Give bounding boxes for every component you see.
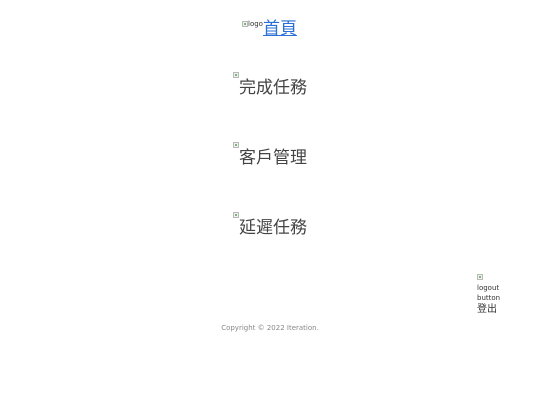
broken-image-icon [242,21,248,27]
logo-image: logo [242,20,263,29]
page: logo首頁 完成任務 客戶管理 延遲任務 logout button 登出 C… [0,0,540,405]
logout-image: logout button [477,273,517,303]
header: logo首頁 [242,18,297,40]
logout-alt-line2: button [477,294,501,302]
logout-label: 登出 [477,304,497,315]
broken-image-icon [233,142,239,148]
nav-item-label: 客戶管理 [239,148,307,168]
nav-item-customer-management[interactable]: 客戶管理 [233,142,307,169]
logout-alt-line1: logout [477,284,500,292]
nav-item-completed-tasks[interactable]: 完成任務 [233,72,307,99]
nav-item-label: 完成任務 [239,78,307,98]
logout-button[interactable]: logout button 登出 [477,273,517,316]
broken-image-icon [233,212,239,218]
broken-image-icon [477,274,483,280]
nav-item-delayed-tasks[interactable]: 延遲任務 [233,212,307,239]
home-link[interactable]: 首頁 [263,19,297,39]
logo-alt-text: logo [248,20,263,28]
footer-copyright: Copyright © 2022 Iteration. [221,324,319,332]
nav-item-label: 延遲任務 [239,218,307,238]
broken-image-icon [233,72,239,78]
